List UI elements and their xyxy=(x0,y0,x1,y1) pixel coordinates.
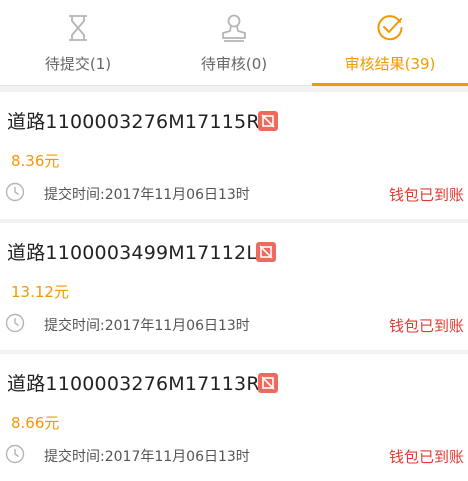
record-amount: 8.36元 xyxy=(11,152,60,170)
record-submit-time: 提交时间:2017年11月06日13时 xyxy=(44,187,250,203)
no-photo-icon xyxy=(256,242,276,262)
tab-pending-submit[interactable]: 待提交(1) xyxy=(0,0,156,85)
record-status: 钱包已到账 xyxy=(388,317,464,335)
record-title: 道路1100003499M17112L xyxy=(7,242,258,264)
tab-review-results[interactable]: 审核结果(39) xyxy=(312,0,468,86)
clock-icon xyxy=(5,182,25,202)
record-amount: 8.66元 xyxy=(11,414,60,432)
tab-pending-review[interactable]: 待审核(0) xyxy=(156,0,312,85)
no-photo-icon xyxy=(258,373,278,393)
hourglass-icon xyxy=(69,15,87,41)
no-photo-icon xyxy=(258,111,278,131)
check-circle-icon xyxy=(377,15,403,41)
tab-pending-submit-label: 待提交(1) xyxy=(44,55,112,73)
tab-pending-review-label: 待审核(0) xyxy=(200,55,268,73)
record-status: 钱包已到账 xyxy=(388,448,464,466)
stamp-icon xyxy=(222,14,246,42)
active-tab-indicator xyxy=(312,83,468,86)
record-status: 钱包已到账 xyxy=(388,186,464,204)
tab-bar: 待提交(1) 待审核(0) 审核结果(39) xyxy=(0,0,468,86)
clock-icon xyxy=(5,444,25,464)
record-amount: 13.12元 xyxy=(11,283,69,301)
tab-review-results-label: 审核结果(39) xyxy=(344,55,436,73)
record-title: 道路1100003276M17115R xyxy=(7,111,260,133)
record-card[interactable]: 道路1100003276M17113R 8.66元 提交时间:2017年11月0… xyxy=(0,354,468,481)
record-card[interactable]: 道路1100003276M17115R 8.36元 提交时间:2017年11月0… xyxy=(0,92,468,219)
record-submit-time: 提交时间:2017年11月06日13时 xyxy=(44,449,250,465)
record-submit-time: 提交时间:2017年11月06日13时 xyxy=(44,318,250,334)
record-card[interactable]: 道路1100003499M17112L 13.12元 提交时间:2017年11月… xyxy=(0,223,468,350)
clock-icon xyxy=(5,313,25,333)
record-title: 道路1100003276M17113R xyxy=(7,373,260,395)
